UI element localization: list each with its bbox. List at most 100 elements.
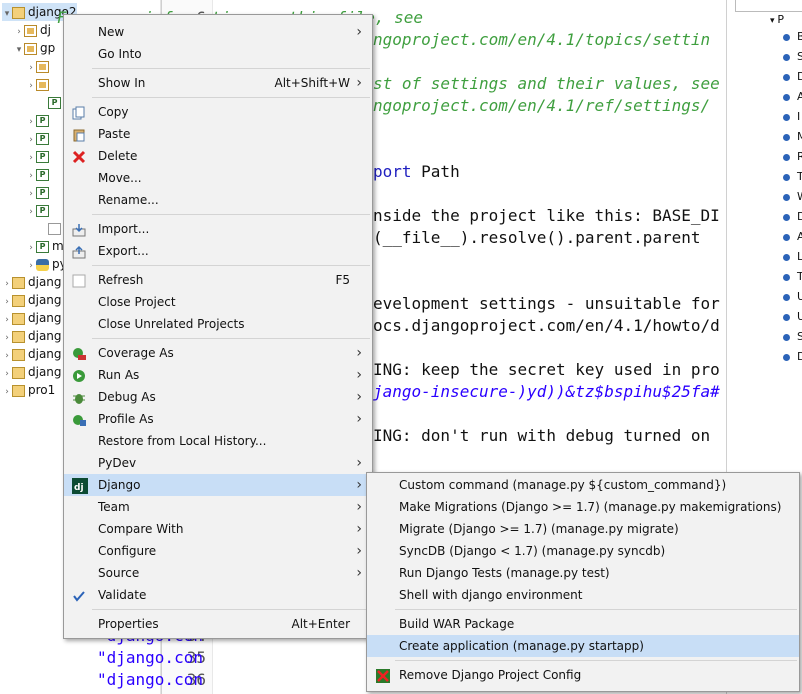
- submenu-arrow-icon: ›: [356, 543, 362, 559]
- menu-item-delete[interactable]: Delete: [64, 145, 372, 167]
- tree-item-label: djang: [28, 275, 62, 289]
- menu-item-source[interactable]: Source ›: [64, 562, 372, 584]
- menu-item-make-migrations-django-1-7-manage-py-makemigrations[interactable]: Make Migrations (Django >= 1.7) (manage.…: [367, 496, 799, 518]
- tree-item[interactable]: › dj: [14, 21, 51, 39]
- menu-item-properties[interactable]: Properties Alt+Enter: [64, 613, 372, 635]
- tree-item[interactable]: › djang: [2, 273, 62, 291]
- expand-toggle-icon[interactable]: ›: [26, 203, 36, 221]
- outline-item[interactable]: B: [783, 29, 802, 45]
- menu-item-new[interactable]: New ›: [64, 21, 372, 43]
- menu-item-create-application-manage-py-startapp[interactable]: Create application (manage.py startapp): [367, 635, 799, 657]
- menu-item-run-as[interactable]: Run As ›: [64, 364, 372, 386]
- menu-item-refresh[interactable]: Refresh F5: [64, 269, 372, 291]
- outline-item[interactable]: A: [783, 89, 802, 105]
- outline-item[interactable]: I: [783, 109, 800, 125]
- outline-filter-input[interactable]: [735, 0, 802, 12]
- expand-toggle-icon[interactable]: ›: [2, 383, 12, 401]
- menu-item-compare-with[interactable]: Compare With ›: [64, 518, 372, 540]
- menu-item-django[interactable]: dj Django ›: [64, 474, 372, 496]
- tree-item[interactable]: P: [38, 93, 64, 111]
- shortcut-label: Alt+Enter: [291, 617, 350, 631]
- menu-item-syncdb-django-1-7-manage-py-syncdb[interactable]: SyncDB (Django < 1.7) (manage.py syncdb): [367, 540, 799, 562]
- menu-item-team[interactable]: Team ›: [64, 496, 372, 518]
- outline-item[interactable]: S: [783, 329, 802, 345]
- code-line: "django.con: [97, 648, 203, 667]
- expand-toggle-icon[interactable]: ▾: [2, 5, 12, 23]
- expand-toggle-icon[interactable]: ▾: [14, 41, 24, 59]
- tree-item[interactable]: ›: [26, 75, 52, 93]
- tree-item[interactable]: › P: [26, 201, 52, 219]
- project-icon: [12, 6, 25, 19]
- tree-item[interactable]: ›: [26, 57, 52, 75]
- expand-toggle-icon[interactable]: ›: [26, 77, 36, 95]
- outline-item[interactable]: R: [783, 149, 802, 165]
- menu-item-paste[interactable]: Paste: [64, 123, 372, 145]
- tree-item[interactable]: › P: [26, 147, 52, 165]
- menu-item-rename[interactable]: Rename...: [64, 189, 372, 211]
- outline-item[interactable]: D: [783, 69, 802, 85]
- tree-item[interactable]: › pro1: [2, 381, 55, 399]
- menu-item-import[interactable]: Import...: [64, 218, 372, 240]
- menu-item-build-war-package[interactable]: Build WAR Package: [367, 613, 799, 635]
- outline-item-label: D: [797, 350, 802, 363]
- menu-item-shell-with-django-environment[interactable]: Shell with django environment: [367, 584, 799, 606]
- outline-item-label: B: [797, 30, 802, 43]
- outline-root-item[interactable]: ▾ P: [770, 12, 784, 28]
- menu-item-restore-from-local-history[interactable]: Restore from Local History...: [64, 430, 372, 452]
- menu-item-export[interactable]: Export...: [64, 240, 372, 262]
- tree-item[interactable]: › Pm: [26, 237, 64, 255]
- menu-item-run-django-tests-manage-py-test[interactable]: Run Django Tests (manage.py test): [367, 562, 799, 584]
- outline-item[interactable]: U: [783, 309, 802, 325]
- project-icon: [12, 348, 25, 361]
- project-icon: [12, 366, 25, 379]
- menu-item-pydev[interactable]: PyDev ›: [64, 452, 372, 474]
- tree-item-label: dj: [40, 23, 51, 37]
- tree-item[interactable]: › py: [26, 255, 67, 273]
- outline-item[interactable]: T: [783, 269, 802, 285]
- tree-item-label: pro1: [28, 383, 56, 397]
- outline-item[interactable]: D: [783, 349, 802, 365]
- menu-item-copy[interactable]: Copy: [64, 101, 372, 123]
- py-icon: P: [36, 150, 49, 163]
- outline-item[interactable]: S: [783, 49, 802, 65]
- outline-item[interactable]: A: [783, 229, 802, 245]
- menu-item-coverage-as[interactable]: Coverage As ›: [64, 342, 372, 364]
- package-icon: [24, 24, 37, 37]
- menu-item-show-in[interactable]: Show In Alt+Shift+W ›: [64, 72, 372, 94]
- py-icon: P: [48, 96, 61, 109]
- menu-item-profile-as[interactable]: Profile As ›: [64, 408, 372, 430]
- menu-item-debug-as[interactable]: Debug As ›: [64, 386, 372, 408]
- menu-item-close-project[interactable]: Close Project: [64, 291, 372, 313]
- tree-item[interactable]: › djang: [2, 309, 62, 327]
- tree-item[interactable]: › P: [26, 111, 52, 129]
- menu-separator: [395, 660, 797, 661]
- field-icon: [783, 233, 790, 241]
- tree-item[interactable]: › djang: [2, 363, 61, 381]
- menu-item-remove-django-project-config[interactable]: Remove Django Project Config: [367, 664, 799, 686]
- menu-item-migrate-django-1-7-manage-py-migrate[interactable]: Migrate (Django >= 1.7) (manage.py migra…: [367, 518, 799, 540]
- menu-item-label: Close Project: [98, 295, 176, 309]
- menu-item-custom-command-manage-py-custom-command[interactable]: Custom command (manage.py ${custom_comma…: [367, 474, 799, 496]
- menu-item-validate[interactable]: Validate: [64, 584, 372, 606]
- outline-item-label: L: [797, 250, 802, 263]
- tree-item-label: djang: [28, 311, 62, 325]
- outline-item[interactable]: D: [783, 209, 802, 225]
- outline-item[interactable]: T: [783, 169, 802, 185]
- tree-item[interactable]: › P: [26, 183, 52, 201]
- tree-item[interactable]: › P: [26, 165, 52, 183]
- menu-item-configure[interactable]: Configure ›: [64, 540, 372, 562]
- outline-item[interactable]: L: [783, 249, 802, 265]
- menu-item-go-into[interactable]: Go Into: [64, 43, 372, 65]
- outline-item-label: W: [797, 190, 802, 203]
- tree-item[interactable]: › P: [26, 129, 52, 147]
- menu-item-close-unrelated-projects[interactable]: Close Unrelated Projects: [64, 313, 372, 335]
- menu-item-move[interactable]: Move...: [64, 167, 372, 189]
- code-line: jango-insecure-)yd))&tz$bspihu$25fa#: [373, 382, 720, 401]
- outline-item[interactable]: M: [783, 129, 802, 145]
- tree-item[interactable]: › djang: [2, 291, 61, 309]
- tree-item[interactable]: ▾ gp: [14, 39, 56, 59]
- tree-item[interactable]: › djang: [2, 345, 61, 363]
- tree-item[interactable]: › djang: [2, 327, 61, 345]
- outline-item[interactable]: W: [783, 189, 802, 205]
- outline-item[interactable]: U: [783, 289, 802, 305]
